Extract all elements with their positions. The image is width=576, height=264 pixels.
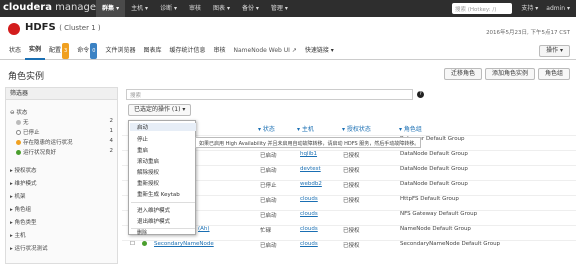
filter-group-role-group[interactable]: ▸ 角色组 — [10, 205, 31, 213]
migrate-roles-button[interactable]: 迁移角色 — [443, 68, 482, 80]
tab-namenode-web-ui[interactable]: NameNode Web UI ↗ — [230, 43, 301, 59]
tab-file-browser[interactable]: 文件浏览器 — [101, 43, 139, 59]
service-status-icon — [8, 23, 20, 35]
menu-item-enter-maintenance[interactable]: 进入维护模式 — [137, 206, 170, 214]
support-menu[interactable]: 支持 ▾ — [521, 0, 538, 17]
filter-group-maintenance-mode[interactable]: ▸ 维护模式 — [10, 179, 37, 187]
menu-item-stop[interactable]: 停止 — [137, 135, 148, 143]
column-header-role-group[interactable]: ▾ 角色组 — [399, 124, 422, 133]
filter-sidebar: 筛选器 ⊖ 状态 无 2 已停止 1 存在隐患的运行状况 4 运行状况良好 2 … — [5, 87, 118, 264]
filter-status-none[interactable]: 无 — [16, 118, 29, 126]
start-tooltip: 如果已启用 High Availability 并且未启用自动故障转移，请启动 … — [195, 137, 421, 148]
status-good-icon — [16, 150, 21, 155]
tab-audits[interactable]: 审核 — [209, 43, 229, 59]
commands-count-badge: 0 — [90, 43, 98, 59]
menu-item-exit-maintenance[interactable]: 退出维护模式 — [137, 217, 170, 225]
tab-commands[interactable]: 命令 0 — [73, 43, 101, 59]
tab-quick-links[interactable]: 快速链接 ▾ — [301, 43, 338, 59]
service-tabs: 状态 实例 配置 3 命令 0 文件浏览器 图表库 缓存统计信息 审核 NameNo… — [0, 43, 576, 60]
filter-group-rack[interactable]: ▸ 机架 — [10, 192, 26, 200]
tab-cache-statistics[interactable]: 缓存统计信息 — [165, 43, 209, 59]
filter-status-good[interactable]: 运行状况良好 — [16, 148, 56, 156]
user-menu[interactable]: admin ▾ — [546, 0, 570, 17]
menu-item-recommission[interactable]: 重新授权 — [137, 179, 159, 187]
menu-divider — [131, 202, 195, 203]
filter-group-commission-state[interactable]: ▸ 授权状态 — [10, 166, 37, 174]
role-name-link[interactable]: (Ah) — [198, 226, 210, 232]
menu-item-start[interactable]: 启动 — [130, 123, 196, 131]
help-icon[interactable]: ? — [417, 91, 424, 98]
selected-actions-button[interactable]: 已选定的操作 (1) ▾ — [128, 104, 192, 116]
current-datetime: 2016年5月23日, 下午5点17 CST — [486, 30, 570, 36]
cloudera-manager-logo[interactable]: cloudera manager — [3, 2, 100, 13]
status-concerning-icon — [16, 140, 21, 145]
status-none-icon — [16, 120, 21, 125]
filter-status-stopped[interactable]: 已停止 — [16, 128, 40, 136]
nav-hosts[interactable]: 主机 ▾ — [125, 0, 154, 17]
menu-item-delete[interactable]: 删除 — [137, 229, 147, 236]
filter-header: 筛选器 — [6, 88, 117, 100]
status-stopped-icon — [16, 130, 21, 135]
nav-admin[interactable]: 管理 ▾ — [265, 0, 294, 17]
role-name-link[interactable]: SecondaryNameNode — [154, 241, 214, 247]
filter-group-role-type[interactable]: ▸ 角色类型 — [10, 218, 37, 226]
menu-item-restart[interactable]: 重启 — [137, 146, 148, 154]
menu-item-rolling-restart[interactable]: 滚动重启 — [137, 157, 159, 165]
filter-group-health-tests[interactable]: ▸ 运行状况测试 — [10, 244, 48, 252]
top-navbar: cloudera manager 群集 ▾ 主机 ▾ 诊断 ▾ 审核 图表 ▾ … — [0, 0, 576, 17]
filter-group-host[interactable]: ▸ 主机 — [10, 231, 26, 239]
tab-instances[interactable]: 实例 — [25, 42, 46, 60]
nav-audits[interactable]: 审核 — [183, 0, 207, 17]
nav-diagnostics[interactable]: 诊断 ▾ — [154, 0, 183, 17]
nav-backup[interactable]: 备份 ▾ — [236, 0, 265, 17]
main-menu: 群集 ▾ 主机 ▾ 诊断 ▾ 审核 图表 ▾ 备份 ▾ 管理 ▾ — [96, 0, 294, 17]
page-title: 角色实例 — [8, 72, 45, 82]
actions-button[interactable]: 操作 ▾ — [539, 45, 570, 57]
external-link-icon: ↗ — [291, 47, 297, 54]
tab-status[interactable]: 状态 — [5, 43, 25, 59]
status-good-icon — [142, 241, 149, 247]
role-search-input[interactable]: 搜索 — [126, 89, 413, 100]
tab-chart-library[interactable]: 图表库 — [139, 43, 165, 59]
menu-item-regenerate-keytab[interactable]: 重新生成 Keytab — [137, 190, 180, 198]
column-header-commission[interactable]: ▾ 授权状态 — [342, 124, 371, 133]
column-header-host[interactable]: ▾ 主机 — [297, 124, 314, 133]
service-title: HDFS ( Cluster 1 ) — [25, 22, 101, 33]
filter-status-concerning[interactable]: 存在隐患的运行状况 — [16, 138, 73, 146]
table-row[interactable]: ☐ SecondaryNameNode 已启动 clouds 已授权 Secon… — [122, 240, 576, 253]
tab-configuration[interactable]: 配置 3 — [45, 43, 73, 59]
menu-item-decommission[interactable]: 解除授权 — [137, 168, 159, 176]
column-header-status[interactable]: ▾ 状态 — [258, 124, 275, 133]
role-groups-button[interactable]: 角色组 — [537, 68, 570, 80]
nav-charts[interactable]: 图表 ▾ — [207, 0, 236, 17]
nav-clusters[interactable]: 群集 ▾ — [96, 0, 126, 17]
add-role-instances-button[interactable]: 添加角色实例 — [484, 68, 535, 80]
row-checkbox[interactable]: ☐ — [130, 241, 135, 247]
filter-group-status[interactable]: ⊖ 状态 — [10, 108, 27, 116]
global-search-input[interactable]: 搜索 (Hotkey: /) — [452, 3, 512, 14]
actions-dropdown-menu: 启动 停止 重启 滚动重启 解除授权 重新授权 重新生成 Keytab 进入维护… — [128, 120, 196, 236]
config-issues-badge: 3 — [62, 43, 70, 59]
